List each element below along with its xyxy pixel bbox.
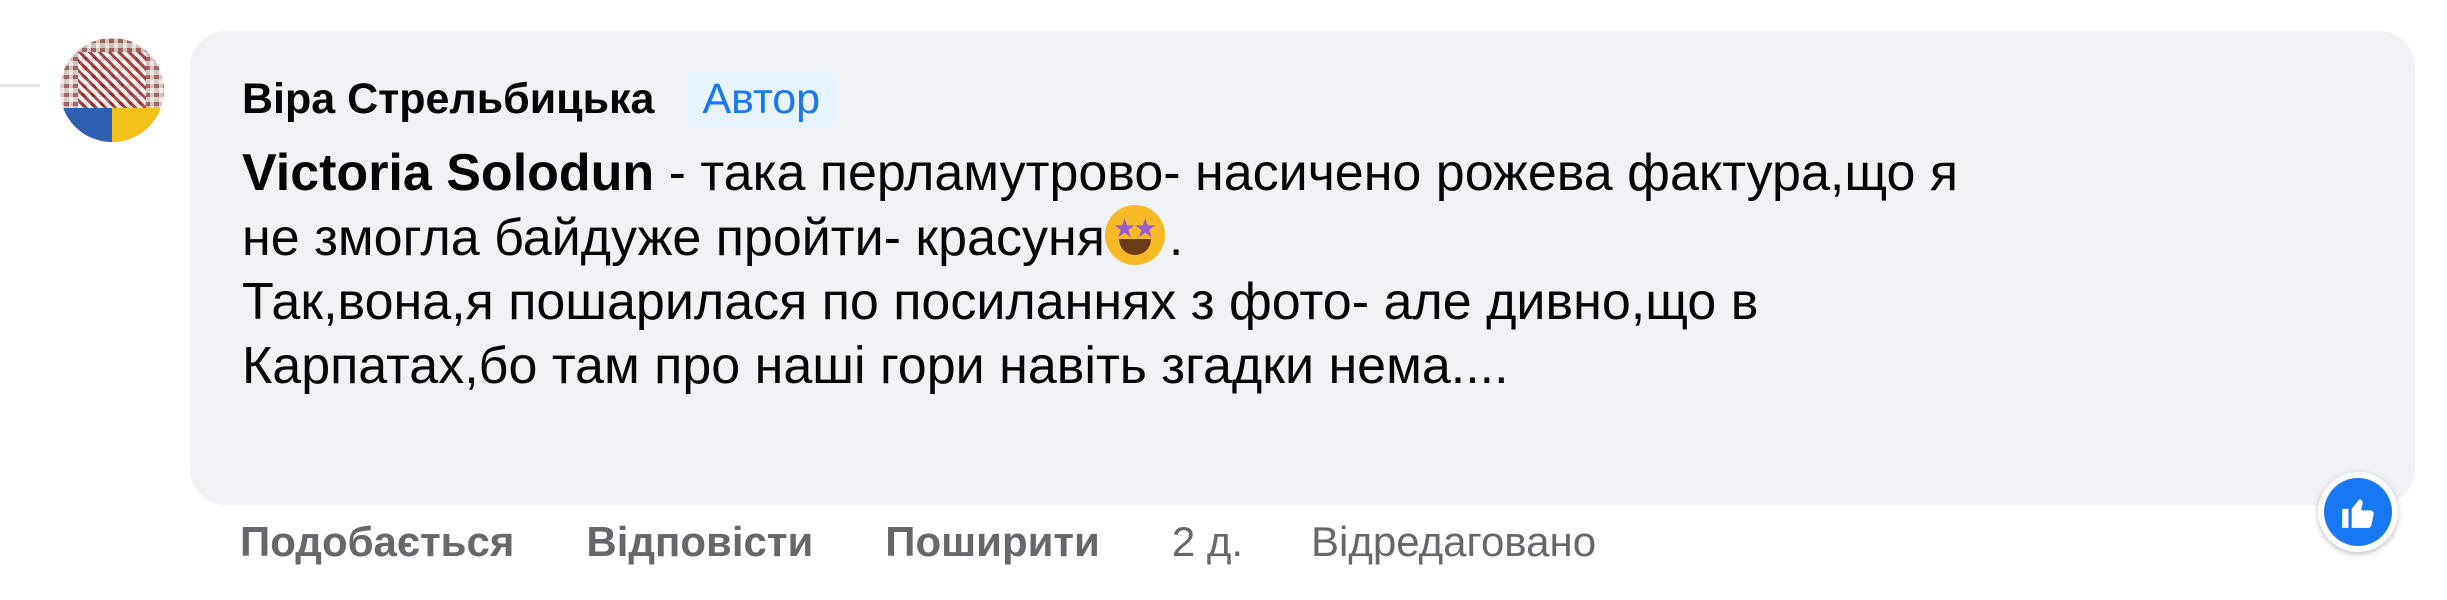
author-badge: Автор	[686, 71, 837, 128]
author-name[interactable]: Віра Стрельбицька	[242, 75, 654, 124]
avatar-flag-blue	[60, 108, 112, 142]
comment-text: Victoria Solodun - така перламутрово- на…	[242, 141, 2372, 398]
thread-connector-line	[0, 84, 40, 87]
comment-actions: Подобається Відповісти Поширити 2 д. Від…	[240, 518, 1596, 566]
share-button[interactable]: Поширити	[885, 518, 1100, 566]
edited-label[interactable]: Відредаговано	[1311, 518, 1596, 566]
comment-line-2-text: не змогла байдуже пройти- красуня	[242, 209, 1105, 267]
comment-line-4: Карпатах,бо там про наші гори навіть зга…	[242, 337, 1509, 395]
comment-line-2-end: .	[1168, 209, 1184, 267]
like-button[interactable]: Подобається	[240, 518, 514, 566]
comment-header: Віра Стрельбицька Автор	[242, 71, 837, 128]
avatar-pattern	[78, 52, 146, 112]
star-struck-emoji-icon: ★ ★	[1104, 205, 1165, 265]
like-icon	[2324, 478, 2392, 546]
avatar[interactable]	[60, 38, 164, 142]
mention-link[interactable]: Victoria Solodun	[242, 144, 654, 202]
avatar-flag-yellow	[112, 108, 164, 142]
comment-bubble: Віра Стрельбицька Автор Victoria Solodun…	[190, 31, 2415, 505]
timestamp-link[interactable]: 2 д.	[1172, 518, 1243, 566]
comment-line-3: Так,вона,я пошарилася по посиланнях з фо…	[242, 273, 1759, 331]
comment-line-2: не змогла байдуже пройти- красуня ★ ★.	[242, 205, 2372, 270]
like-reaction-badge[interactable]	[2318, 472, 2398, 552]
comment-line-1: Victoria Solodun - така перламутрово- на…	[242, 141, 2372, 205]
reply-button[interactable]: Відповісти	[586, 518, 813, 566]
comment-line-1-text: - така перламутрово- насичено рожева фак…	[654, 144, 1959, 202]
previous-comment-cut-text	[300, 0, 1180, 4]
